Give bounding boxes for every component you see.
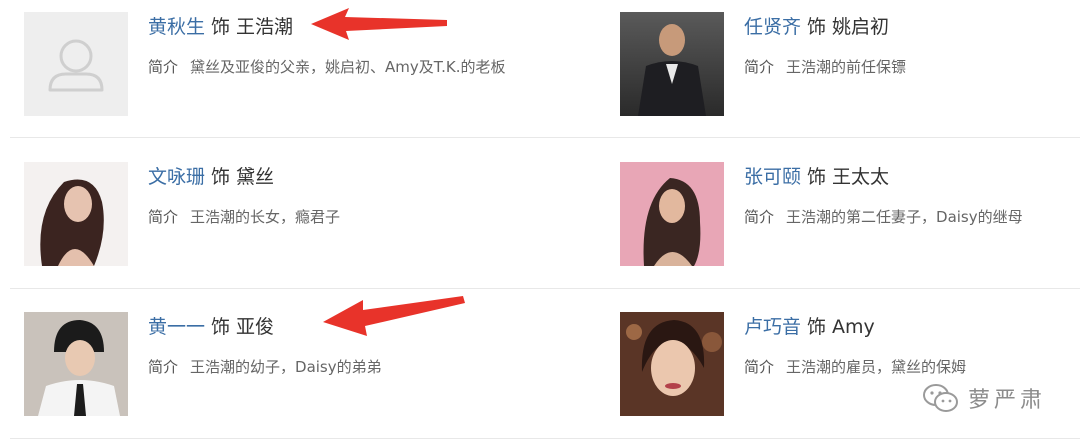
row-divider (10, 438, 1080, 439)
actor-photo (620, 312, 724, 416)
cast-title: 任贤齐饰姚启初 (744, 16, 890, 38)
actor-name-link[interactable]: 黄一一 (148, 316, 205, 338)
cast-list: 黄秋生饰王浩潮 简介 黛丝及亚俊的父亲，姚启初、Amy及T.K.的老板 任贤齐饰姚… (0, 0, 1080, 443)
actor-photo (24, 312, 128, 416)
actor-name-link[interactable]: 张可颐 (744, 166, 801, 188)
cast-description: 简介 王浩潮的前任保镖 (744, 58, 907, 76)
cast-description: 简介 黛丝及亚俊的父亲，姚启初、Amy及T.K.的老板 (148, 58, 506, 76)
actor-name-link[interactable]: 文咏珊 (148, 166, 205, 188)
actor-name-link[interactable]: 任贤齐 (744, 16, 801, 38)
row-divider (10, 137, 1080, 138)
cast-card: 文咏珊饰黛丝 简介 王浩潮的长女，瘾君子 (24, 162, 524, 272)
cast-card: 张可颐饰王太太 简介 王浩潮的第二任妻子，Daisy的继母 (620, 162, 1080, 272)
role-name: 王太太 (832, 166, 890, 188)
actor-photo-placeholder (24, 12, 128, 116)
actor-portrait-image (620, 12, 724, 116)
actor-portrait-image (24, 162, 128, 266)
actor-portrait-image (620, 312, 724, 416)
cast-title: 文咏珊饰黛丝 (148, 166, 275, 188)
role-name: 亚俊 (236, 316, 275, 338)
actor-name-link[interactable]: 黄秋生 (148, 16, 205, 38)
actor-photo (620, 12, 724, 116)
actor-name-link[interactable]: 卢巧音 (744, 316, 801, 338)
red-arrow-annotation (323, 296, 465, 336)
wechat-icon (923, 384, 958, 412)
role-name: 黛丝 (236, 166, 275, 188)
role-name: 王浩潮 (236, 16, 294, 38)
watermark-text: 萝严肃 (968, 388, 1047, 413)
actor-photo (620, 162, 724, 266)
cast-description: 简介 王浩潮的雇员，黛丝的保姆 (744, 358, 967, 376)
cast-description: 简介 王浩潮的长女，瘾君子 (148, 208, 341, 226)
cast-description: 简介 王浩潮的第二任妻子，Daisy的继母 (744, 208, 1023, 226)
actor-portrait-image (620, 162, 724, 266)
row-divider (10, 288, 1080, 289)
actor-photo (24, 162, 128, 266)
cast-description: 简介 王浩潮的幼子，Daisy的弟弟 (148, 358, 382, 376)
red-arrow-annotation (311, 8, 447, 40)
cast-title: 张可颐饰王太太 (744, 166, 890, 188)
watermark: 萝严肃 (922, 378, 1046, 418)
cast-title: 卢巧音饰 Amy (744, 316, 875, 338)
user-placeholder-icon (48, 39, 104, 92)
role-name: 姚启初 (832, 16, 890, 38)
role-name: Amy (832, 316, 875, 338)
cast-card: 任贤齐饰姚启初 简介 王浩潮的前任保镖 (620, 12, 1080, 122)
actor-portrait-image (24, 312, 128, 416)
